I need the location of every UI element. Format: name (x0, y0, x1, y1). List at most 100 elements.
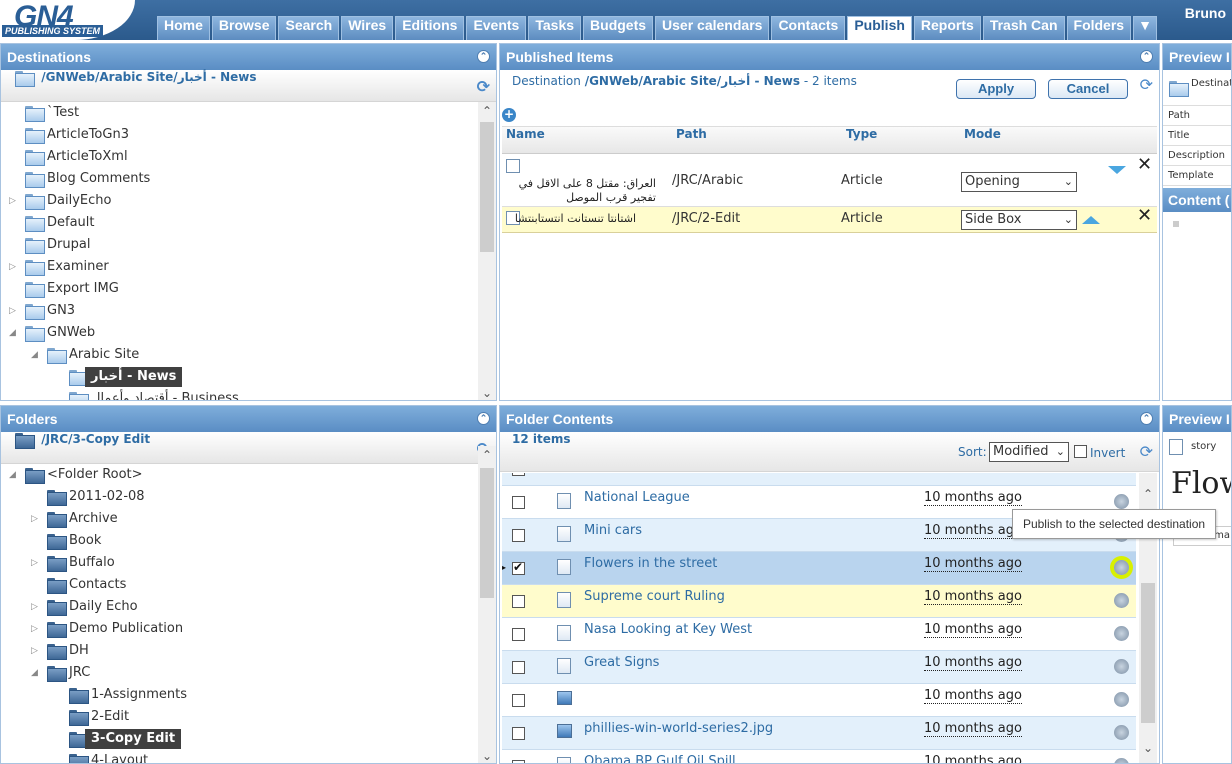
tab-home[interactable]: Home (157, 16, 210, 40)
list-item[interactable]: Great Signs 10 months ago (502, 651, 1136, 684)
tab-search[interactable]: Search (278, 16, 340, 40)
scroll-thumb[interactable] (480, 468, 494, 598)
publish-icon[interactable] (1114, 593, 1129, 608)
collapse-icon[interactable]: ⌃ (1140, 50, 1153, 63)
column-mode[interactable]: Mode (964, 127, 1001, 141)
tab-folders[interactable]: Folders (1066, 16, 1132, 40)
collapse-icon[interactable]: ⌃ (1140, 412, 1153, 425)
publish-icon[interactable] (1114, 692, 1129, 707)
published-row[interactable]: العراق: مقتل 8 على الاقل في تفجير قرب ال… (502, 155, 1157, 207)
remove-icon[interactable]: ✕ (1137, 207, 1152, 225)
row-checkbox[interactable] (512, 694, 525, 707)
scroll-up-icon[interactable]: ⌃ (478, 102, 496, 120)
expand-icon[interactable]: ▷ (31, 508, 41, 530)
move-up-icon[interactable] (1082, 216, 1100, 224)
scroll-thumb[interactable] (1141, 583, 1155, 723)
column-type[interactable]: Type (846, 127, 877, 141)
list-item[interactable]: ▸ Flowers in the street 10 months ago (502, 552, 1136, 585)
nav-more-icon[interactable]: ▼ (1133, 16, 1158, 40)
expand-icon[interactable]: ▷ (9, 256, 19, 278)
tree-item[interactable]: ▷ Demo Publication (1, 618, 478, 640)
row-checkbox[interactable] (512, 760, 525, 763)
publish-icon[interactable] (1114, 494, 1129, 509)
row-checkbox[interactable] (512, 496, 525, 509)
tree-item[interactable]: ▷ DailyEcho (1, 190, 478, 212)
row-checkbox[interactable] (512, 661, 525, 674)
destinations-scrollbar[interactable]: ⌃ ⌄ (478, 102, 496, 400)
tab-wires[interactable]: Wires (341, 16, 394, 40)
refresh-icon[interactable]: ⟳ (477, 77, 490, 96)
tree-item[interactable]: أقتصاد وأعمال - Business (1, 388, 478, 400)
published-row[interactable]: اشتانتا تنستانت انتستابنتشا /JRC/2-Edit … (502, 207, 1157, 233)
item-title[interactable]: Obama BP Gulf Oil Spill (584, 754, 736, 763)
column-name[interactable]: Name (506, 127, 545, 141)
publish-icon[interactable] (1114, 659, 1129, 674)
tab-tasks[interactable]: Tasks (528, 16, 582, 40)
expand-icon[interactable]: ▷ (31, 552, 41, 574)
publish-icon[interactable] (1114, 725, 1129, 740)
expand-icon[interactable]: ▷ (31, 640, 41, 662)
expand-icon[interactable]: ▷ (9, 190, 19, 212)
tree-item[interactable]: ArticleToGn3 (1, 124, 478, 146)
add-icon[interactable]: + (502, 108, 516, 122)
list-item[interactable] (502, 473, 1136, 486)
item-title[interactable]: Great Signs (584, 655, 659, 670)
item-title[interactable]: Flowers in the street (584, 556, 717, 571)
row-checkbox[interactable] (512, 529, 525, 542)
scroll-thumb[interactable] (480, 122, 494, 252)
tree-item[interactable]: 3-Copy Edit (1, 728, 478, 750)
list-item[interactable]: phillies-win-world-series2.jpg 10 months … (502, 717, 1136, 750)
remove-icon[interactable]: ✕ (1137, 156, 1152, 174)
tree-item[interactable]: 2-Edit (1, 706, 478, 728)
expanded-icon[interactable]: ◢ (9, 464, 19, 486)
invert-checkbox[interactable] (1074, 445, 1087, 458)
refresh-icon[interactable]: ⟳ (1140, 442, 1153, 461)
item-title[interactable]: Supreme court Ruling (584, 589, 725, 604)
row-checkbox[interactable] (512, 727, 525, 740)
list-item[interactable]: Obama BP Gulf Oil Spill 10 months ago (502, 750, 1136, 763)
tree-item[interactable]: ▷ DH (1, 640, 478, 662)
folders-scrollbar[interactable]: ⌃ ⌄ (478, 446, 496, 763)
tree-item[interactable]: ◢ GNWeb (1, 322, 478, 344)
row-checkbox[interactable] (512, 595, 525, 608)
collapse-icon[interactable]: ⌃ (477, 412, 490, 425)
list-item[interactable]: 10 months ago (502, 684, 1136, 717)
publish-icon[interactable] (1114, 560, 1129, 575)
item-title[interactable]: Mini cars (584, 523, 642, 538)
scroll-down-icon[interactable]: ⌄ (478, 747, 496, 763)
item-title[interactable]: phillies-win-world-series2.jpg (584, 721, 773, 736)
tree-item[interactable]: ◢ <Folder Root> (1, 464, 478, 486)
expanded-icon[interactable]: ◢ (31, 344, 41, 366)
tab-budgets[interactable]: Budgets (583, 16, 654, 40)
tree-item[interactable]: Export IMG (1, 278, 478, 300)
scroll-up-icon[interactable]: ⌃ (1139, 485, 1157, 503)
tree-item[interactable]: `Test (1, 102, 478, 124)
publish-icon[interactable] (1114, 758, 1129, 763)
tree-item[interactable]: ▷ Examiner (1, 256, 478, 278)
collapse-icon[interactable]: ⌃ (477, 50, 490, 63)
apply-button[interactable]: Apply (956, 79, 1036, 99)
scroll-down-icon[interactable]: ⌄ (1139, 739, 1157, 757)
tab-trash-can[interactable]: Trash Can (982, 16, 1065, 40)
mode-select[interactable]: Side Box ⌄ (961, 210, 1077, 230)
expand-icon[interactable]: ▷ (9, 300, 19, 322)
item-title[interactable]: Nasa Looking at Key West (584, 622, 752, 637)
tree-item[interactable]: أخبار - News (1, 366, 478, 388)
row-checkbox[interactable] (512, 628, 525, 641)
tab-user-calendars[interactable]: User calendars (655, 16, 770, 40)
mode-select[interactable]: Opening ⌄ (961, 172, 1077, 192)
item-title[interactable]: National League (584, 490, 690, 505)
tree-item[interactable]: ArticleToXml (1, 146, 478, 168)
refresh-icon[interactable]: ⟳ (1140, 75, 1153, 94)
list-item[interactable]: Supreme court Ruling 10 months ago (502, 585, 1136, 618)
tab-publish[interactable]: Publish (847, 16, 912, 40)
tree-item[interactable]: 2011-02-08 (1, 486, 478, 508)
tree-item[interactable]: ▷ Archive (1, 508, 478, 530)
tree-item[interactable]: ▷ Buffalo (1, 552, 478, 574)
tree-item[interactable]: Default (1, 212, 478, 234)
list-item[interactable]: Nasa Looking at Key West 10 months ago (502, 618, 1136, 651)
tab-events[interactable]: Events (466, 16, 527, 40)
tree-item[interactable]: ◢ Arabic Site (1, 344, 478, 366)
expand-icon[interactable]: ▷ (31, 596, 41, 618)
tab-contacts[interactable]: Contacts (771, 16, 846, 40)
